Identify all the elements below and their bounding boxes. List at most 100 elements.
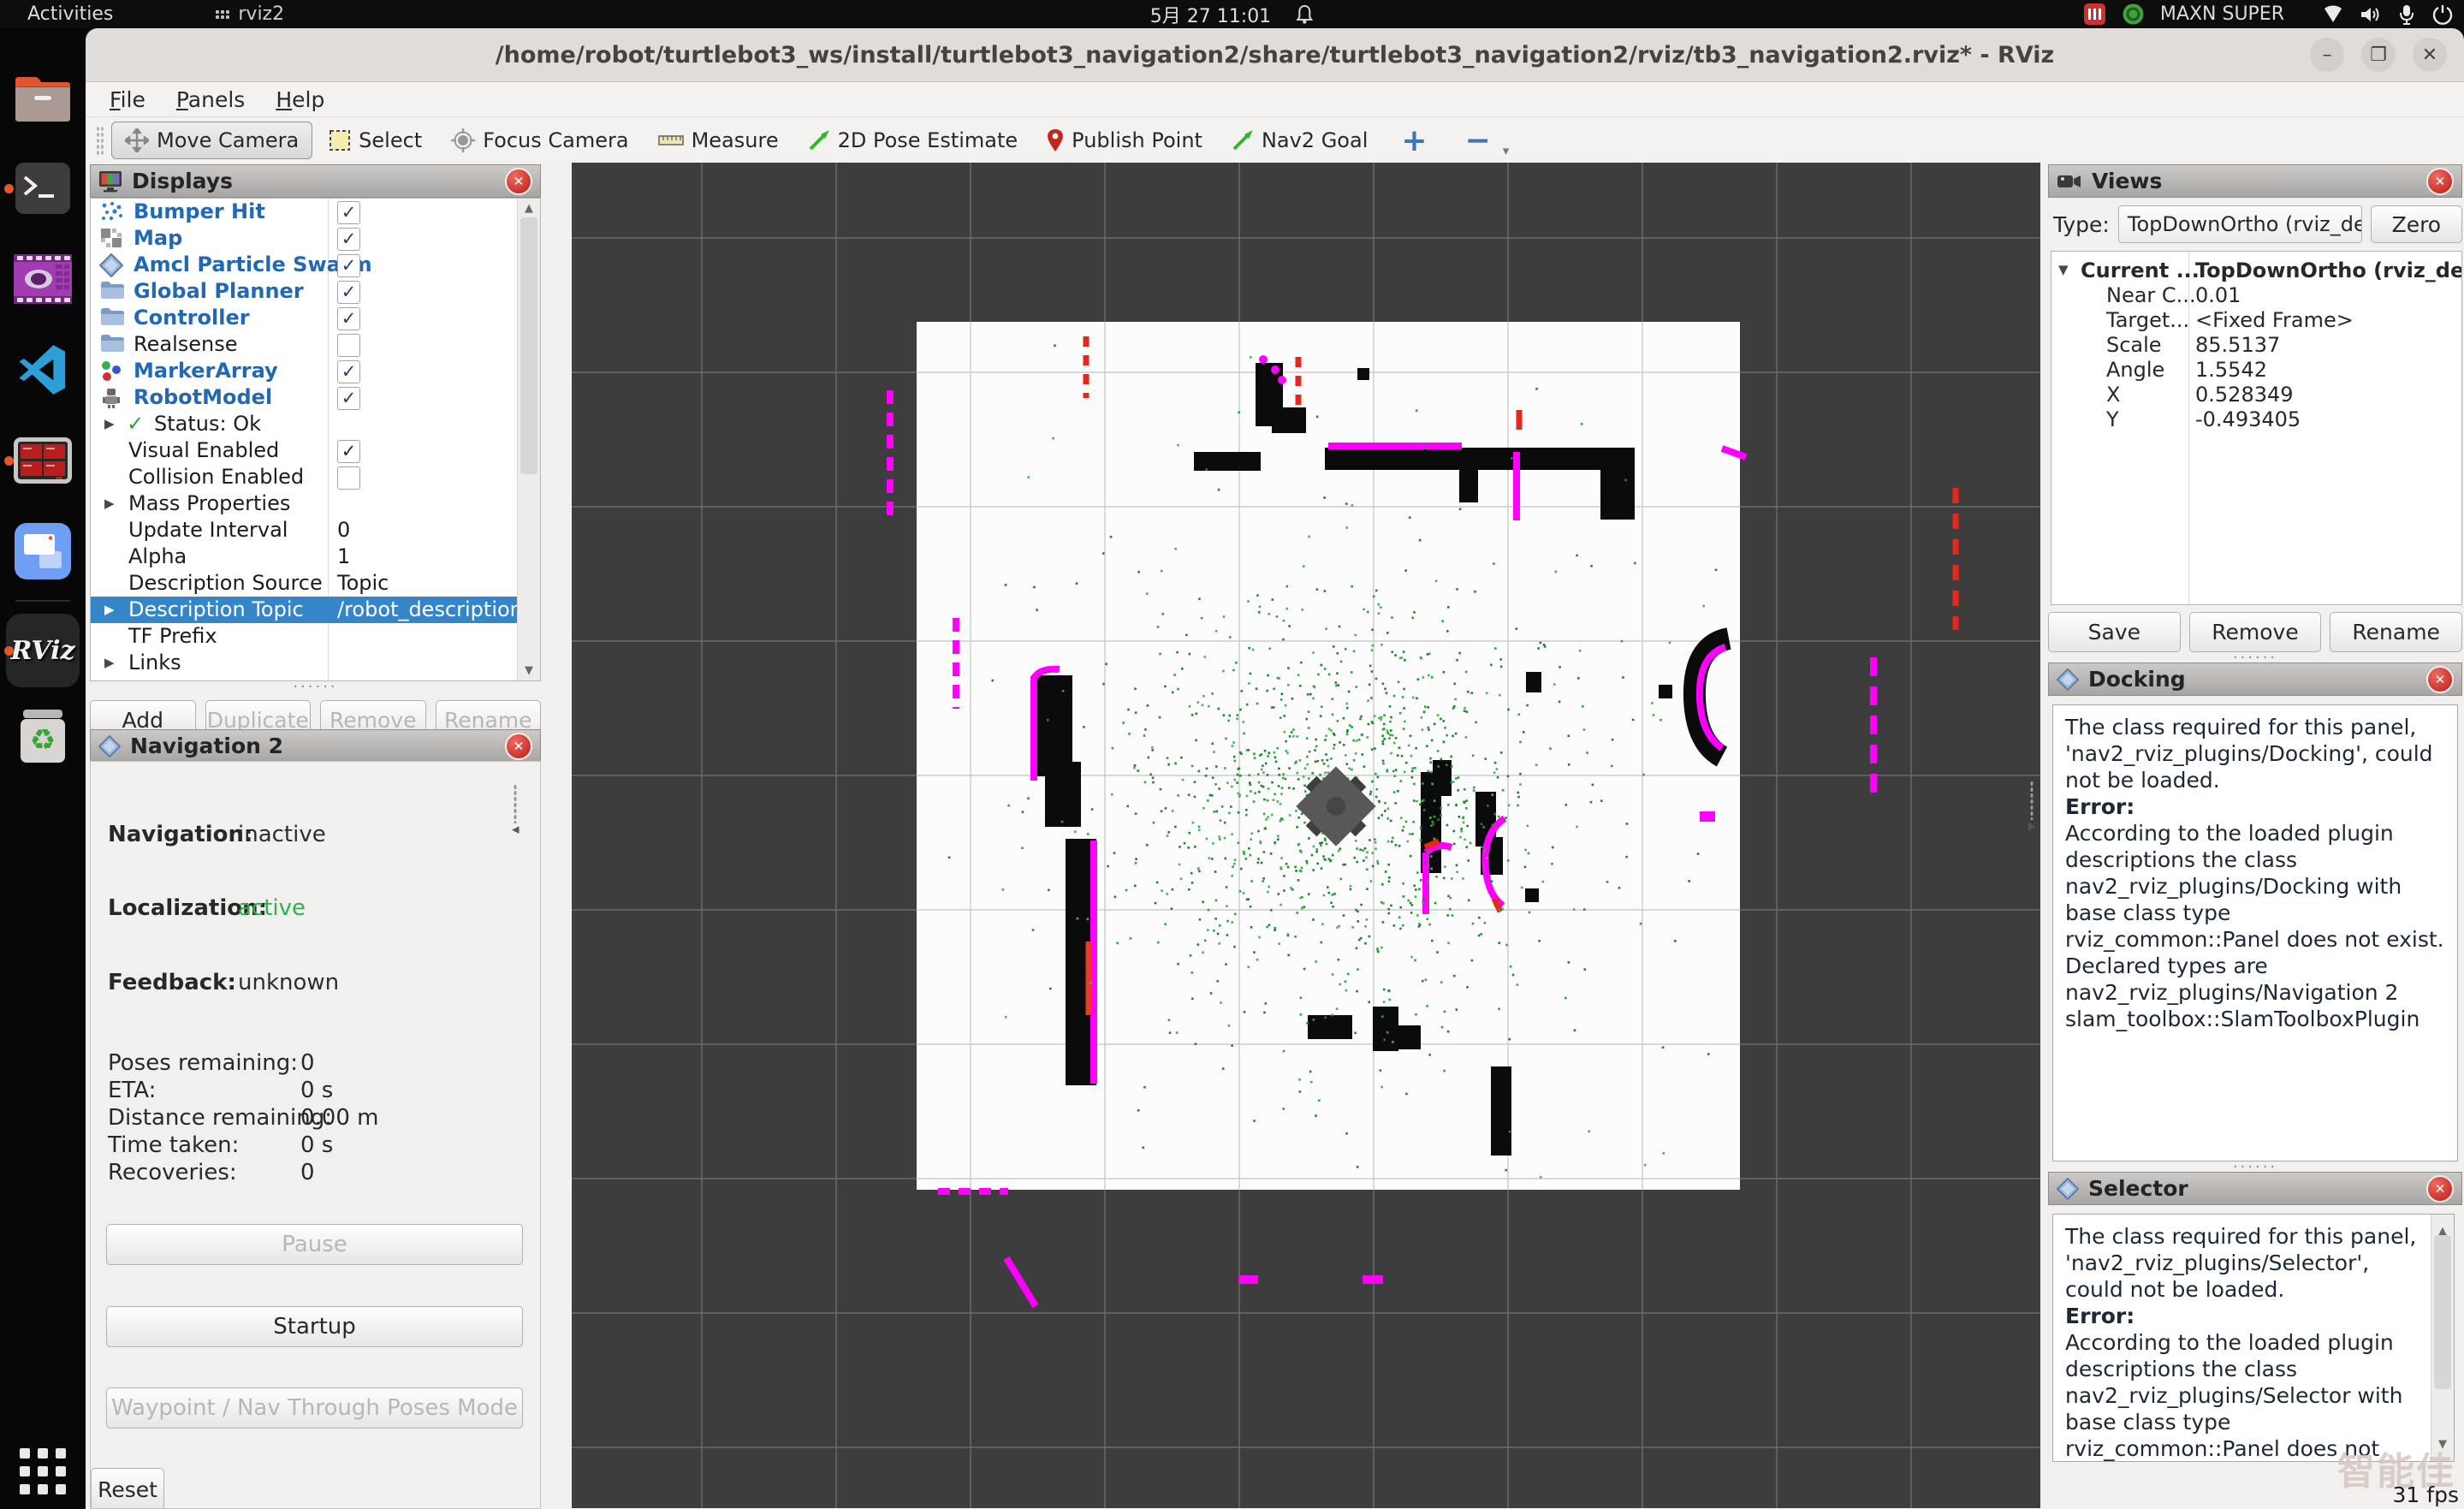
clock[interactable]: 5月 27 11:01 <box>1150 1 1271 28</box>
dock-rviz[interactable]: RViz <box>6 614 80 687</box>
expander-icon[interactable]: ▶ <box>104 602 115 617</box>
checkbox[interactable] <box>337 307 360 330</box>
displays-tree[interactable]: Bumper Hit Map Amcl Particle Swarm <box>90 198 541 681</box>
checkbox[interactable] <box>337 440 360 463</box>
add-tool-button[interactable]: + <box>1384 123 1444 158</box>
close-docking-icon[interactable]: ✕ <box>2426 666 2454 693</box>
view-row-x[interactable]: X 0.528349 <box>2051 382 2461 407</box>
splitter-collapse-left[interactable]: ◂ <box>512 784 520 835</box>
rename-view-button[interactable]: Rename <box>2330 612 2462 652</box>
display-row-controller[interactable]: Controller <box>91 305 540 331</box>
selector-header[interactable]: Selector ✕ <box>2048 1172 2462 1205</box>
display-row-amcl[interactable]: Amcl Particle Swarm <box>91 252 540 278</box>
window-titlebar[interactable]: /home/robot/turtlebot3_ws/install/turtle… <box>86 28 2464 82</box>
remove-view-button[interactable]: Remove <box>2189 612 2322 652</box>
display-row-mass-properties[interactable]: ▶ Mass Properties <box>91 490 540 517</box>
view-row-y[interactable]: Y -0.493405 <box>2051 407 2461 431</box>
tool-select[interactable]: Select <box>316 122 435 158</box>
close-displays-icon[interactable]: ✕ <box>505 168 532 195</box>
display-row-alpha[interactable]: Alpha 1 <box>91 544 540 570</box>
save-button[interactable]: Save <box>2048 612 2181 652</box>
volume-icon[interactable] <box>2360 4 2382 25</box>
expander-icon[interactable]: ▼ <box>2058 262 2069 277</box>
display-row-description-topic[interactable]: ▶ Description Topic /robot_description <box>91 597 540 623</box>
power-icon[interactable] <box>2431 3 2454 26</box>
expander-icon[interactable]: ▶ <box>104 496 115 511</box>
checkbox[interactable] <box>337 466 360 490</box>
dock-media-player[interactable] <box>12 248 74 310</box>
menu-file[interactable]: File <box>94 86 161 114</box>
view-row-near-clip[interactable]: Near C... 0.01 <box>2051 282 2461 307</box>
dock-console-red[interactable] <box>12 430 74 491</box>
view-row-target-frame[interactable]: Target... <Fixed Frame> <box>2051 307 2461 332</box>
scroll-thumb[interactable] <box>2434 1235 2451 1389</box>
checkbox[interactable] <box>337 281 360 304</box>
views-header[interactable]: Views ✕ <box>2048 164 2462 198</box>
dock-terminal[interactable] <box>12 157 74 219</box>
display-row-global-planner[interactable]: Global Planner <box>91 278 540 305</box>
toolbar-grip[interactable] <box>96 126 104 155</box>
selector-scrollbar[interactable]: ▲ ▼ <box>2431 1215 2454 1461</box>
display-row-update-interval[interactable]: Update Interval 0 <box>91 517 540 544</box>
display-row-collision-enabled[interactable]: Collision Enabled <box>91 464 540 490</box>
display-row-links[interactable]: ▶ Links <box>91 650 540 676</box>
microphone-icon[interactable] <box>2397 3 2416 26</box>
tool-publish-point[interactable]: Publish Point <box>1034 122 1215 158</box>
dock-app-grid[interactable] <box>12 1441 74 1502</box>
dock-windows-blue[interactable] <box>12 520 74 582</box>
view-type-dropdown[interactable]: TopDownOrtho (rviz_def ▼ <box>2118 205 2362 243</box>
tool-nav2-goal[interactable]: Nav2 Goal <box>1219 122 1380 158</box>
tool-2d-pose-estimate[interactable]: 2D Pose Estimate <box>795 122 1031 158</box>
checkbox[interactable] <box>337 334 360 357</box>
display-row-map[interactable]: Map <box>91 225 540 252</box>
dock-vscode[interactable] <box>12 339 74 401</box>
network-icon[interactable] <box>2322 5 2344 24</box>
expander-icon[interactable]: ▶ <box>104 655 115 670</box>
tray-badge-red-icon[interactable] <box>2083 3 2106 26</box>
tray-badge-green-icon[interactable] <box>2122 3 2145 26</box>
startup-button[interactable]: Startup <box>106 1306 523 1347</box>
display-row-status[interactable]: ▶ ✓ Status: Ok <box>91 411 540 437</box>
checkbox[interactable] <box>337 201 360 224</box>
checkbox[interactable] <box>337 254 360 277</box>
minimize-button[interactable]: – <box>2310 38 2344 72</box>
reset-button[interactable]: Reset <box>91 1468 164 1509</box>
scroll-thumb[interactable] <box>520 217 537 474</box>
view-row-angle[interactable]: Angle 1.5542 <box>2051 357 2461 382</box>
view-row-scale[interactable]: Scale 85.5137 <box>2051 332 2461 357</box>
display-row-robot-model[interactable]: RobotModel <box>91 384 540 411</box>
panel-splitter[interactable]: ······ <box>90 681 541 692</box>
display-row-realsense[interactable]: Realsense <box>91 331 540 358</box>
scroll-up-icon[interactable]: ▲ <box>518 202 540 215</box>
display-row-description-source[interactable]: Description Source Topic <box>91 570 540 597</box>
checkbox[interactable] <box>337 360 360 383</box>
display-row-bumper-hit[interactable]: Bumper Hit <box>91 199 540 225</box>
checkbox[interactable] <box>337 387 360 410</box>
tool-focus-camera[interactable]: Focus Camera <box>438 122 641 158</box>
remove-tool-button[interactable]: − <box>1448 123 1508 158</box>
close-selector-icon[interactable]: ✕ <box>2426 1175 2454 1203</box>
display-row-tf-prefix[interactable]: TF Prefix <box>91 623 540 650</box>
close-navigation2-icon[interactable]: ✕ <box>505 733 532 760</box>
display-row-visual-enabled[interactable]: Visual Enabled <box>91 437 540 464</box>
panel-splitter[interactable]: ······ <box>2048 652 2462 662</box>
menu-help[interactable]: Help <box>260 86 340 114</box>
view-row-current[interactable]: ▼ Current ... TopDownOrtho (rviz_defau..… <box>2051 258 2461 282</box>
display-row-marker-array[interactable]: MarkerArray <box>91 358 540 384</box>
close-views-icon[interactable]: ✕ <box>2426 168 2454 195</box>
expander-icon[interactable]: ▶ <box>104 416 115 431</box>
focused-app-indicator[interactable]: rviz2 <box>216 3 284 25</box>
tool-overflow-caret[interactable]: ▾ <box>1503 143 1510 158</box>
tool-move-camera[interactable]: Move Camera <box>111 122 312 159</box>
navigation2-header[interactable]: Navigation 2 ✕ <box>90 729 541 763</box>
tool-measure[interactable]: Measure <box>645 122 792 158</box>
menu-panels[interactable]: Panels <box>161 86 260 114</box>
render-viewport[interactable] <box>572 163 2040 1508</box>
views-tree[interactable]: ▼ Current ... TopDownOrtho (rviz_defau..… <box>2051 251 2462 605</box>
checkbox[interactable] <box>337 228 360 251</box>
close-button[interactable]: ✕ <box>2413 38 2447 72</box>
docking-header[interactable]: Docking ✕ <box>2048 662 2462 696</box>
maximize-button[interactable]: ❐ <box>2361 38 2396 72</box>
dock-files[interactable] <box>12 68 74 129</box>
zero-button[interactable]: Zero <box>2371 205 2462 243</box>
